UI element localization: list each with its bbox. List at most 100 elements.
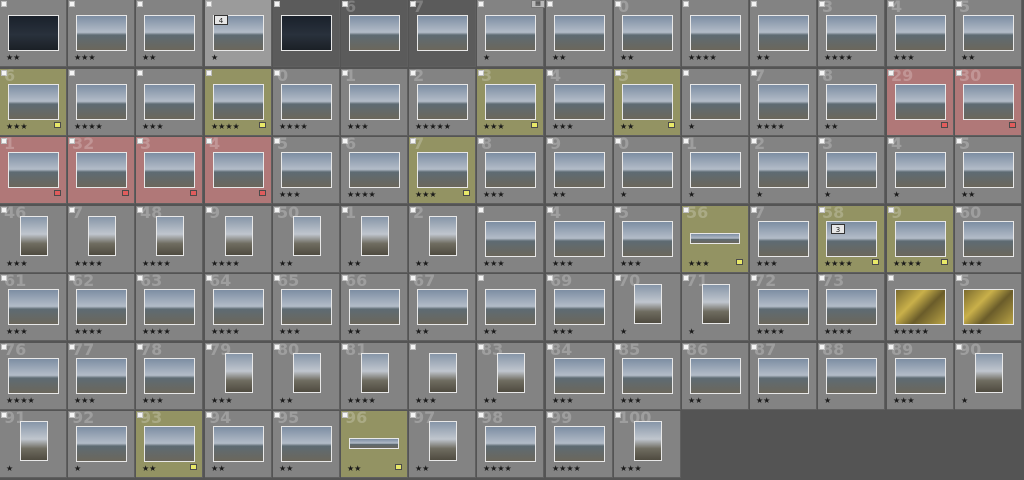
photo-thumbnail[interactable] xyxy=(429,353,457,393)
photo-thumbnail[interactable] xyxy=(826,152,877,188)
thumbnail-cell[interactable]: 90 ★ xyxy=(955,343,1022,410)
star-rating[interactable]: ★★★ xyxy=(552,397,574,405)
thumbnail-cell[interactable]: 100 ★★★ xyxy=(614,411,681,478)
star-rating[interactable]: ★★ xyxy=(688,397,702,405)
photo-thumbnail[interactable] xyxy=(690,358,741,394)
photo-thumbnail[interactable] xyxy=(963,152,1014,188)
photo-thumbnail[interactable] xyxy=(76,289,127,325)
star-rating[interactable]: ★ xyxy=(824,191,831,199)
thumbnail-cell[interactable]: ★ xyxy=(205,0,272,67)
photo-thumbnail[interactable] xyxy=(895,152,946,188)
color-label-yellow[interactable] xyxy=(259,122,266,128)
thumbnail-cell[interactable]: 7 ★★★★ xyxy=(68,206,135,273)
photo-thumbnail[interactable] xyxy=(8,84,59,120)
color-label-red[interactable] xyxy=(259,190,266,196)
thumbnail-cell[interactable]: 9 ★★ xyxy=(546,137,613,204)
photo-thumbnail[interactable] xyxy=(417,84,468,120)
thumbnail-cell[interactable]: 46 ★★★ xyxy=(0,206,67,273)
thumbnail-cell[interactable]: 5 ★★★ xyxy=(614,206,681,273)
thumbnail-cell[interactable]: 78 ★★★ xyxy=(136,343,203,410)
thumbnail-cell[interactable]: 66 ★★ xyxy=(341,274,408,341)
thumbnail-cell[interactable]: 89 ★★★ xyxy=(887,343,954,410)
thumbnail-cell[interactable]: 93 ★★ xyxy=(136,411,203,478)
photo-thumbnail[interactable] xyxy=(554,289,605,325)
star-rating[interactable]: ★★★★ xyxy=(688,54,717,62)
star-rating[interactable]: ★★★ xyxy=(893,397,915,405)
photo-thumbnail[interactable] xyxy=(975,353,1003,393)
photo-thumbnail[interactable] xyxy=(826,358,877,394)
thumbnail-cell[interactable]: ★★★ xyxy=(477,206,544,273)
photo-thumbnail[interactable] xyxy=(429,421,457,461)
select-checkbox[interactable] xyxy=(69,1,75,7)
color-label-yellow[interactable] xyxy=(736,259,743,265)
thumbnail-cell[interactable]: 1 ★★ xyxy=(341,206,408,273)
select-checkbox[interactable] xyxy=(478,207,484,213)
photo-thumbnail[interactable] xyxy=(20,421,48,461)
thumbnail-cell[interactable]: 1 ★★★ xyxy=(341,69,408,136)
photo-thumbnail[interactable] xyxy=(826,84,877,120)
thumbnail-cell[interactable]: 0 ★★★★ xyxy=(273,69,340,136)
photo-thumbnail[interactable] xyxy=(349,84,400,120)
select-checkbox[interactable] xyxy=(137,70,143,76)
star-rating[interactable]: ★★★ xyxy=(552,328,574,336)
select-checkbox[interactable] xyxy=(683,70,689,76)
photo-thumbnail[interactable] xyxy=(76,426,127,462)
photo-thumbnail[interactable] xyxy=(144,152,195,188)
photo-thumbnail[interactable] xyxy=(554,221,605,257)
thumbnail-cell[interactable]: 3 ★★★ xyxy=(477,69,544,136)
star-rating[interactable]: ★★ xyxy=(824,123,838,131)
photo-thumbnail[interactable] xyxy=(8,15,59,51)
stack-count-badge[interactable]: 3 xyxy=(831,224,845,234)
star-rating[interactable]: ★★ xyxy=(961,54,975,62)
thumbnail-cell[interactable]: 3 ★ xyxy=(818,137,885,204)
thumbnail-cell[interactable]: 9 ★★★★ xyxy=(887,206,954,273)
photo-thumbnail[interactable] xyxy=(758,358,809,394)
star-rating[interactable]: ★★ xyxy=(211,465,225,473)
photo-thumbnail[interactable] xyxy=(622,152,673,188)
photo-thumbnail[interactable] xyxy=(895,84,946,120)
photo-thumbnail[interactable] xyxy=(429,216,457,256)
color-label-yellow[interactable] xyxy=(54,122,61,128)
star-rating[interactable]: ★★★ xyxy=(483,260,505,268)
thumbnail-cell[interactable]: 4 xyxy=(205,137,272,204)
photo-thumbnail[interactable] xyxy=(554,84,605,120)
photo-thumbnail[interactable] xyxy=(144,289,195,325)
thumbnail-cell[interactable]: 4 ★★★ xyxy=(546,69,613,136)
star-rating[interactable]: ★★ xyxy=(756,54,770,62)
photo-thumbnail[interactable] xyxy=(485,426,536,462)
star-rating[interactable]: ★ xyxy=(688,123,695,131)
thumbnail-cell[interactable]: ★ xyxy=(477,0,544,67)
color-label-yellow[interactable] xyxy=(941,259,948,265)
thumbnail-cell[interactable]: ★★★★ xyxy=(205,69,272,136)
star-rating[interactable]: ★★ xyxy=(415,260,429,268)
photo-thumbnail[interactable] xyxy=(293,216,321,256)
star-rating[interactable]: ★★ xyxy=(279,465,293,473)
select-checkbox[interactable] xyxy=(410,344,416,350)
photo-thumbnail[interactable] xyxy=(417,152,468,188)
photo-thumbnail[interactable] xyxy=(225,353,253,393)
thumbnail-cell[interactable]: 5 ★★ xyxy=(955,137,1022,204)
thumbnail-cell[interactable]: 2 ★ xyxy=(750,137,817,204)
star-rating[interactable]: ★★★★ xyxy=(824,260,853,268)
star-rating[interactable]: ★★ xyxy=(142,465,156,473)
thumbnail-cell[interactable]: 91 ★ xyxy=(0,411,67,478)
color-label-yellow[interactable] xyxy=(395,464,402,470)
photo-thumbnail[interactable] xyxy=(963,289,1014,325)
select-checkbox[interactable] xyxy=(206,1,212,7)
star-rating[interactable]: ★★★ xyxy=(347,123,369,131)
thumbnail-cell[interactable]: 50 ★★ xyxy=(273,206,340,273)
thumbnail-cell[interactable]: 7 ★★★ xyxy=(750,206,817,273)
star-rating[interactable]: ★★★★ xyxy=(756,328,785,336)
star-rating[interactable]: ★★★★ xyxy=(74,328,103,336)
thumbnail-cell[interactable]: 99 ★★★★ xyxy=(546,411,613,478)
photo-thumbnail[interactable] xyxy=(690,84,741,120)
photo-thumbnail[interactable] xyxy=(554,152,605,188)
star-rating[interactable]: ★★ xyxy=(415,465,429,473)
photo-thumbnail[interactable] xyxy=(758,289,809,325)
thumbnail-cell[interactable]: ★★ xyxy=(0,0,67,67)
star-rating[interactable]: ★★★★ xyxy=(893,260,922,268)
select-checkbox[interactable] xyxy=(547,1,553,7)
photo-thumbnail[interactable] xyxy=(554,15,605,51)
star-rating[interactable]: ★★★★ xyxy=(211,123,240,131)
photo-thumbnail[interactable] xyxy=(690,15,741,51)
